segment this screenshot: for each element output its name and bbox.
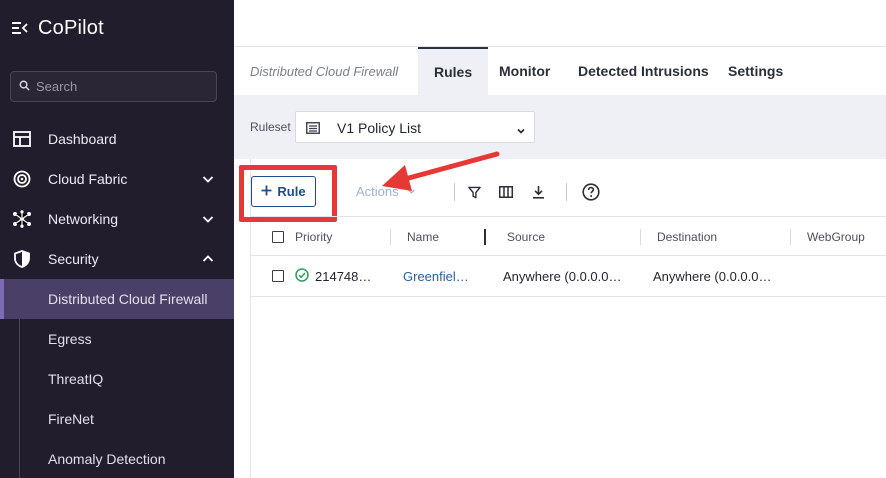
column-header-priority[interactable]: Priority	[295, 230, 332, 244]
check-circle-icon	[295, 268, 309, 287]
sidebar-item-label: Networking	[48, 211, 119, 227]
column-header-webgroup[interactable]: WebGroup	[807, 230, 865, 244]
sidebar: CoPilot Dashboard Cloud Fabric Networkin…	[0, 0, 234, 478]
table-header: Priority Name Source Destination WebGrou…	[250, 216, 886, 256]
cell-destination: Anywhere (0.0.0.0…	[653, 269, 772, 284]
app-title: CoPilot	[38, 16, 104, 39]
sidebar-subitem-firenet[interactable]: FireNet	[0, 399, 234, 439]
sidebar-search[interactable]	[10, 71, 217, 102]
tab-detected-intrusions[interactable]: Detected Intrusions	[562, 47, 725, 95]
select-all-checkbox[interactable]	[272, 231, 284, 243]
column-header-name[interactable]: Name	[407, 230, 439, 244]
ruleset-label: Ruleset	[250, 120, 291, 134]
column-header-source[interactable]: Source	[507, 230, 545, 244]
sidebar-subitem-label: FireNet	[48, 411, 94, 427]
sidebar-subitem-distributed-cloud-firewall[interactable]: Distributed Cloud Firewall	[0, 279, 234, 319]
column-divider	[640, 229, 641, 245]
cell-source: Anywhere (0.0.0.0…	[503, 269, 622, 284]
sidebar-item-security[interactable]: Security	[0, 239, 234, 279]
sidebar-item-cloud-fabric[interactable]: Cloud Fabric	[0, 159, 234, 199]
download-icon[interactable]	[529, 183, 547, 201]
cell-name-link[interactable]: Greenfiel…	[403, 269, 469, 284]
dashboard-icon	[12, 129, 32, 149]
columns-icon[interactable]	[497, 183, 515, 201]
chevron-down-icon	[407, 184, 416, 199]
chevron-up-icon	[200, 251, 216, 267]
sidebar-item-label: Cloud Fabric	[48, 171, 128, 187]
ruleset-bar: Ruleset V1 Policy List	[234, 95, 886, 159]
rules-toolbar: Rule Actions	[234, 159, 886, 222]
highlight-annotation	[239, 165, 337, 222]
chevron-down-icon	[516, 123, 526, 141]
column-divider	[790, 229, 791, 245]
toolbar-divider	[454, 183, 455, 201]
main-content: Distributed Cloud Firewall Rules Monitor…	[234, 0, 886, 478]
column-resize-handle[interactable]	[484, 229, 486, 245]
shield-icon	[12, 249, 32, 269]
menu-collapse-icon[interactable]	[12, 21, 28, 35]
sidebar-item-dashboard[interactable]: Dashboard	[0, 119, 234, 159]
table-row[interactable]: 214748… Greenfiel… Anywhere (0.0.0.0… An…	[250, 256, 886, 297]
tab-rules[interactable]: Rules	[418, 47, 489, 95]
filter-icon[interactable]	[465, 183, 483, 201]
page-breadcrumb: Distributed Cloud Firewall	[250, 64, 399, 79]
column-header-destination[interactable]: Destination	[657, 230, 717, 244]
tab-settings[interactable]: Settings	[712, 47, 799, 95]
sidebar-subitem-label: Anomaly Detection	[48, 451, 166, 467]
actions-dropdown[interactable]: Actions	[356, 184, 416, 199]
sidebar-subitem-label: ThreatIQ	[48, 371, 104, 387]
list-icon	[306, 121, 320, 139]
ruleset-select[interactable]: V1 Policy List	[295, 111, 535, 143]
search-icon	[19, 78, 30, 96]
sidebar-item-label: Security	[48, 251, 99, 267]
brand: CoPilot	[12, 14, 104, 42]
sidebar-subitem-threatiq[interactable]: ThreatIQ	[0, 359, 234, 399]
chevron-down-icon	[200, 171, 216, 187]
sidebar-item-label: Dashboard	[48, 131, 117, 147]
sidebar-subitem-anomaly-detection[interactable]: Anomaly Detection	[0, 439, 234, 478]
tab-monitor[interactable]: Monitor	[483, 47, 566, 95]
top-bar	[234, 0, 886, 47]
sidebar-subitem-label: Egress	[48, 331, 92, 347]
tab-bar: Distributed Cloud Firewall Rules Monitor…	[234, 47, 886, 95]
network-icon	[12, 209, 32, 229]
sidebar-subitem-egress[interactable]: Egress	[0, 319, 234, 359]
actions-label: Actions	[356, 184, 399, 199]
ruleset-value: V1 Policy List	[337, 120, 422, 136]
sidebar-item-networking[interactable]: Networking	[0, 199, 234, 239]
column-divider	[390, 229, 391, 245]
toolbar-divider	[566, 183, 567, 201]
chevron-down-icon	[200, 211, 216, 227]
search-input[interactable]	[36, 79, 206, 94]
target-icon	[12, 169, 32, 189]
cell-priority: 214748…	[315, 269, 372, 284]
row-checkbox[interactable]	[272, 270, 284, 282]
help-icon[interactable]	[581, 182, 601, 202]
sidebar-subitem-label: Distributed Cloud Firewall	[48, 291, 208, 307]
